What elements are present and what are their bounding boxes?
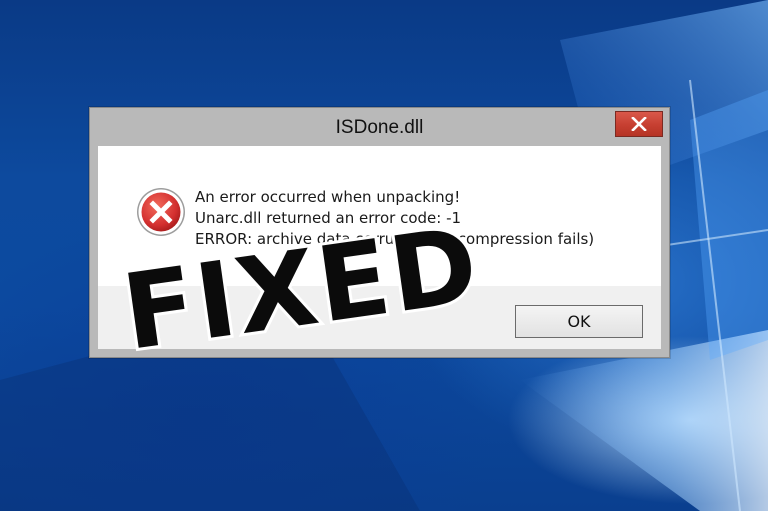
error-icon	[137, 188, 185, 236]
close-button[interactable]	[615, 111, 663, 137]
message-line-1: An error occurred when unpacking!	[195, 188, 461, 206]
ok-button[interactable]: OK	[515, 305, 643, 338]
dialog-title: ISDone.dll	[335, 117, 424, 138]
dialog-titlebar[interactable]: ISDone.dll	[90, 108, 669, 146]
close-icon	[631, 117, 647, 131]
